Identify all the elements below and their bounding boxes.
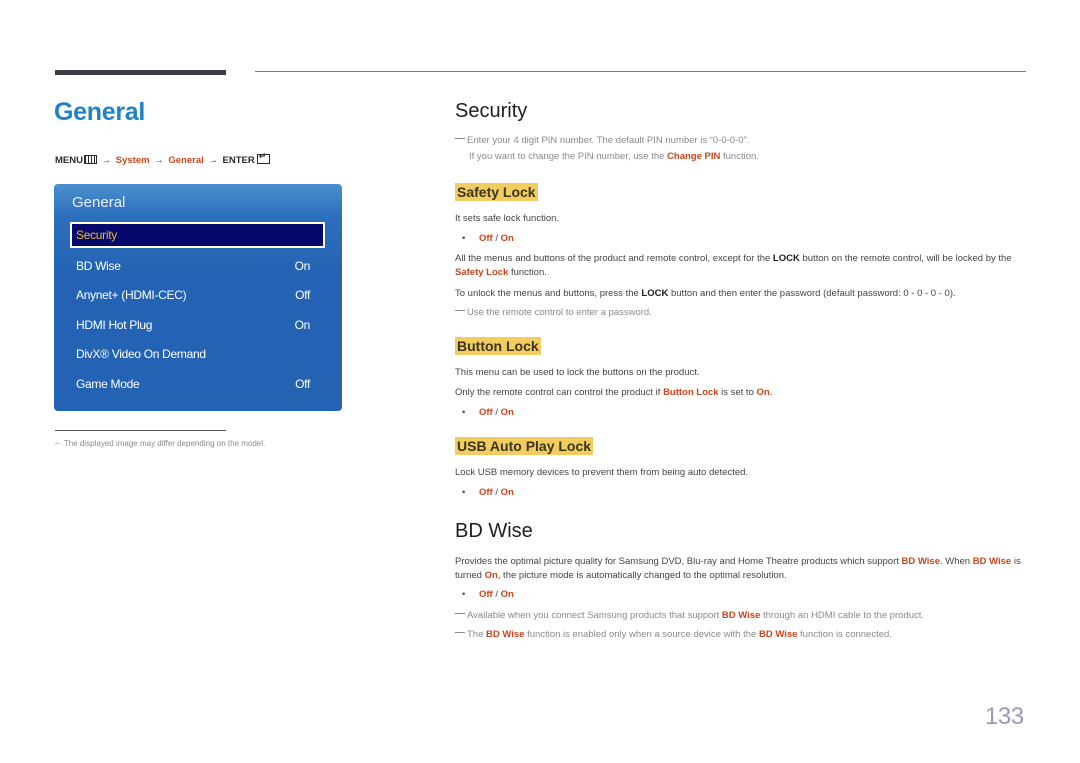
- osd-item-value: Off: [295, 377, 310, 391]
- menu-path-enter: ENTER: [222, 155, 255, 166]
- osd-item-label: Anynet+ (HDMI-CEC): [76, 288, 187, 302]
- heading-usb-auto-play-lock: USB Auto Play Lock: [455, 437, 594, 455]
- osd-item-bd-wise[interactable]: BD Wise On: [70, 254, 325, 280]
- enter-button-icon: [256, 151, 270, 164]
- menu-path-breadcrumb: MENU → System → General → ENTER: [55, 151, 270, 166]
- page-number: 133: [985, 703, 1024, 730]
- button-lock-para: Only the remote control can control the …: [455, 387, 773, 398]
- osd-item-value: On: [294, 318, 311, 332]
- bd-wise-note-2: The BD Wise function is enabled only whe…: [455, 627, 1025, 643]
- note-dash-icon: [455, 310, 465, 311]
- change-pin-link: Change PIN: [667, 151, 721, 162]
- osd-item-value: On: [294, 259, 311, 273]
- section-title-general: General: [54, 98, 146, 126]
- header-rule-thin: [255, 71, 1026, 72]
- arrow-icon: →: [208, 155, 218, 166]
- arrow-icon: →: [154, 155, 164, 166]
- osd-item-anynet[interactable]: Anynet+ (HDMI-CEC) Off: [70, 283, 325, 309]
- osd-item-label: BD Wise: [76, 259, 121, 273]
- button-lock-options: • Off / On: [462, 407, 514, 418]
- footnote-rule: [55, 430, 226, 431]
- heading-button-lock: Button Lock: [455, 337, 541, 355]
- safety-lock-options: • Off / On: [462, 233, 514, 244]
- footnote: – The displayed image may differ dependi…: [55, 439, 266, 448]
- arrow-icon: →: [101, 155, 112, 166]
- footnote-text: The displayed image may differ depending…: [63, 439, 266, 448]
- button-lock-desc: This menu can be used to lock the button…: [455, 367, 700, 378]
- safety-lock-desc: It sets safe lock function.: [455, 213, 560, 224]
- osd-item-label: HDMI Hot Plug: [76, 318, 153, 332]
- usb-lock-options: • Off / On: [462, 487, 514, 498]
- osd-item-label: DivX® Video On Demand: [76, 347, 206, 361]
- safety-lock-note: Use the remote control to enter a passwo…: [455, 305, 1025, 321]
- bd-wise-note-1: Available when you connect Samsung produ…: [455, 608, 1025, 624]
- heading-bd-wise: BD Wise: [455, 520, 533, 542]
- osd-item-hdmi-hot-plug[interactable]: HDMI Hot Plug On: [70, 313, 325, 339]
- osd-menu-title: General: [72, 194, 126, 211]
- osd-general-menu: General Security BD Wise On Anynet+ (HDM…: [54, 184, 342, 411]
- note-dash-icon: [455, 632, 465, 633]
- heading-safety-lock: Safety Lock: [455, 183, 538, 201]
- header-rule-thick: [55, 70, 226, 75]
- bd-wise-options: • Off / On: [462, 589, 514, 600]
- note-dash-icon: [455, 138, 465, 139]
- security-note: Enter your 4 digit PIN number. The defau…: [455, 133, 1025, 165]
- menu-path-menu: MENU: [55, 155, 83, 166]
- menu-path-general: General: [168, 155, 204, 166]
- note-dash-icon: [455, 613, 465, 614]
- safety-lock-para-2: To unlock the menus and buttons, press t…: [455, 288, 956, 299]
- osd-item-divx-vod[interactable]: DivX® Video On Demand: [70, 342, 325, 368]
- osd-item-value: Off: [295, 288, 310, 302]
- menu-path-system: System: [115, 155, 150, 166]
- safety-lock-para-1: All the menus and buttons of the product…: [455, 253, 1012, 278]
- osd-item-security[interactable]: Security: [70, 222, 325, 248]
- osd-item-label: Game Mode: [76, 377, 140, 391]
- usb-lock-desc: Lock USB memory devices to prevent them …: [455, 467, 749, 478]
- osd-item-label: Security: [76, 228, 117, 242]
- menu-button-icon: [83, 155, 97, 164]
- osd-item-game-mode[interactable]: Game Mode Off: [70, 372, 325, 398]
- bd-wise-para: Provides the optimal picture quality for…: [455, 556, 1021, 581]
- heading-security: Security: [455, 100, 528, 122]
